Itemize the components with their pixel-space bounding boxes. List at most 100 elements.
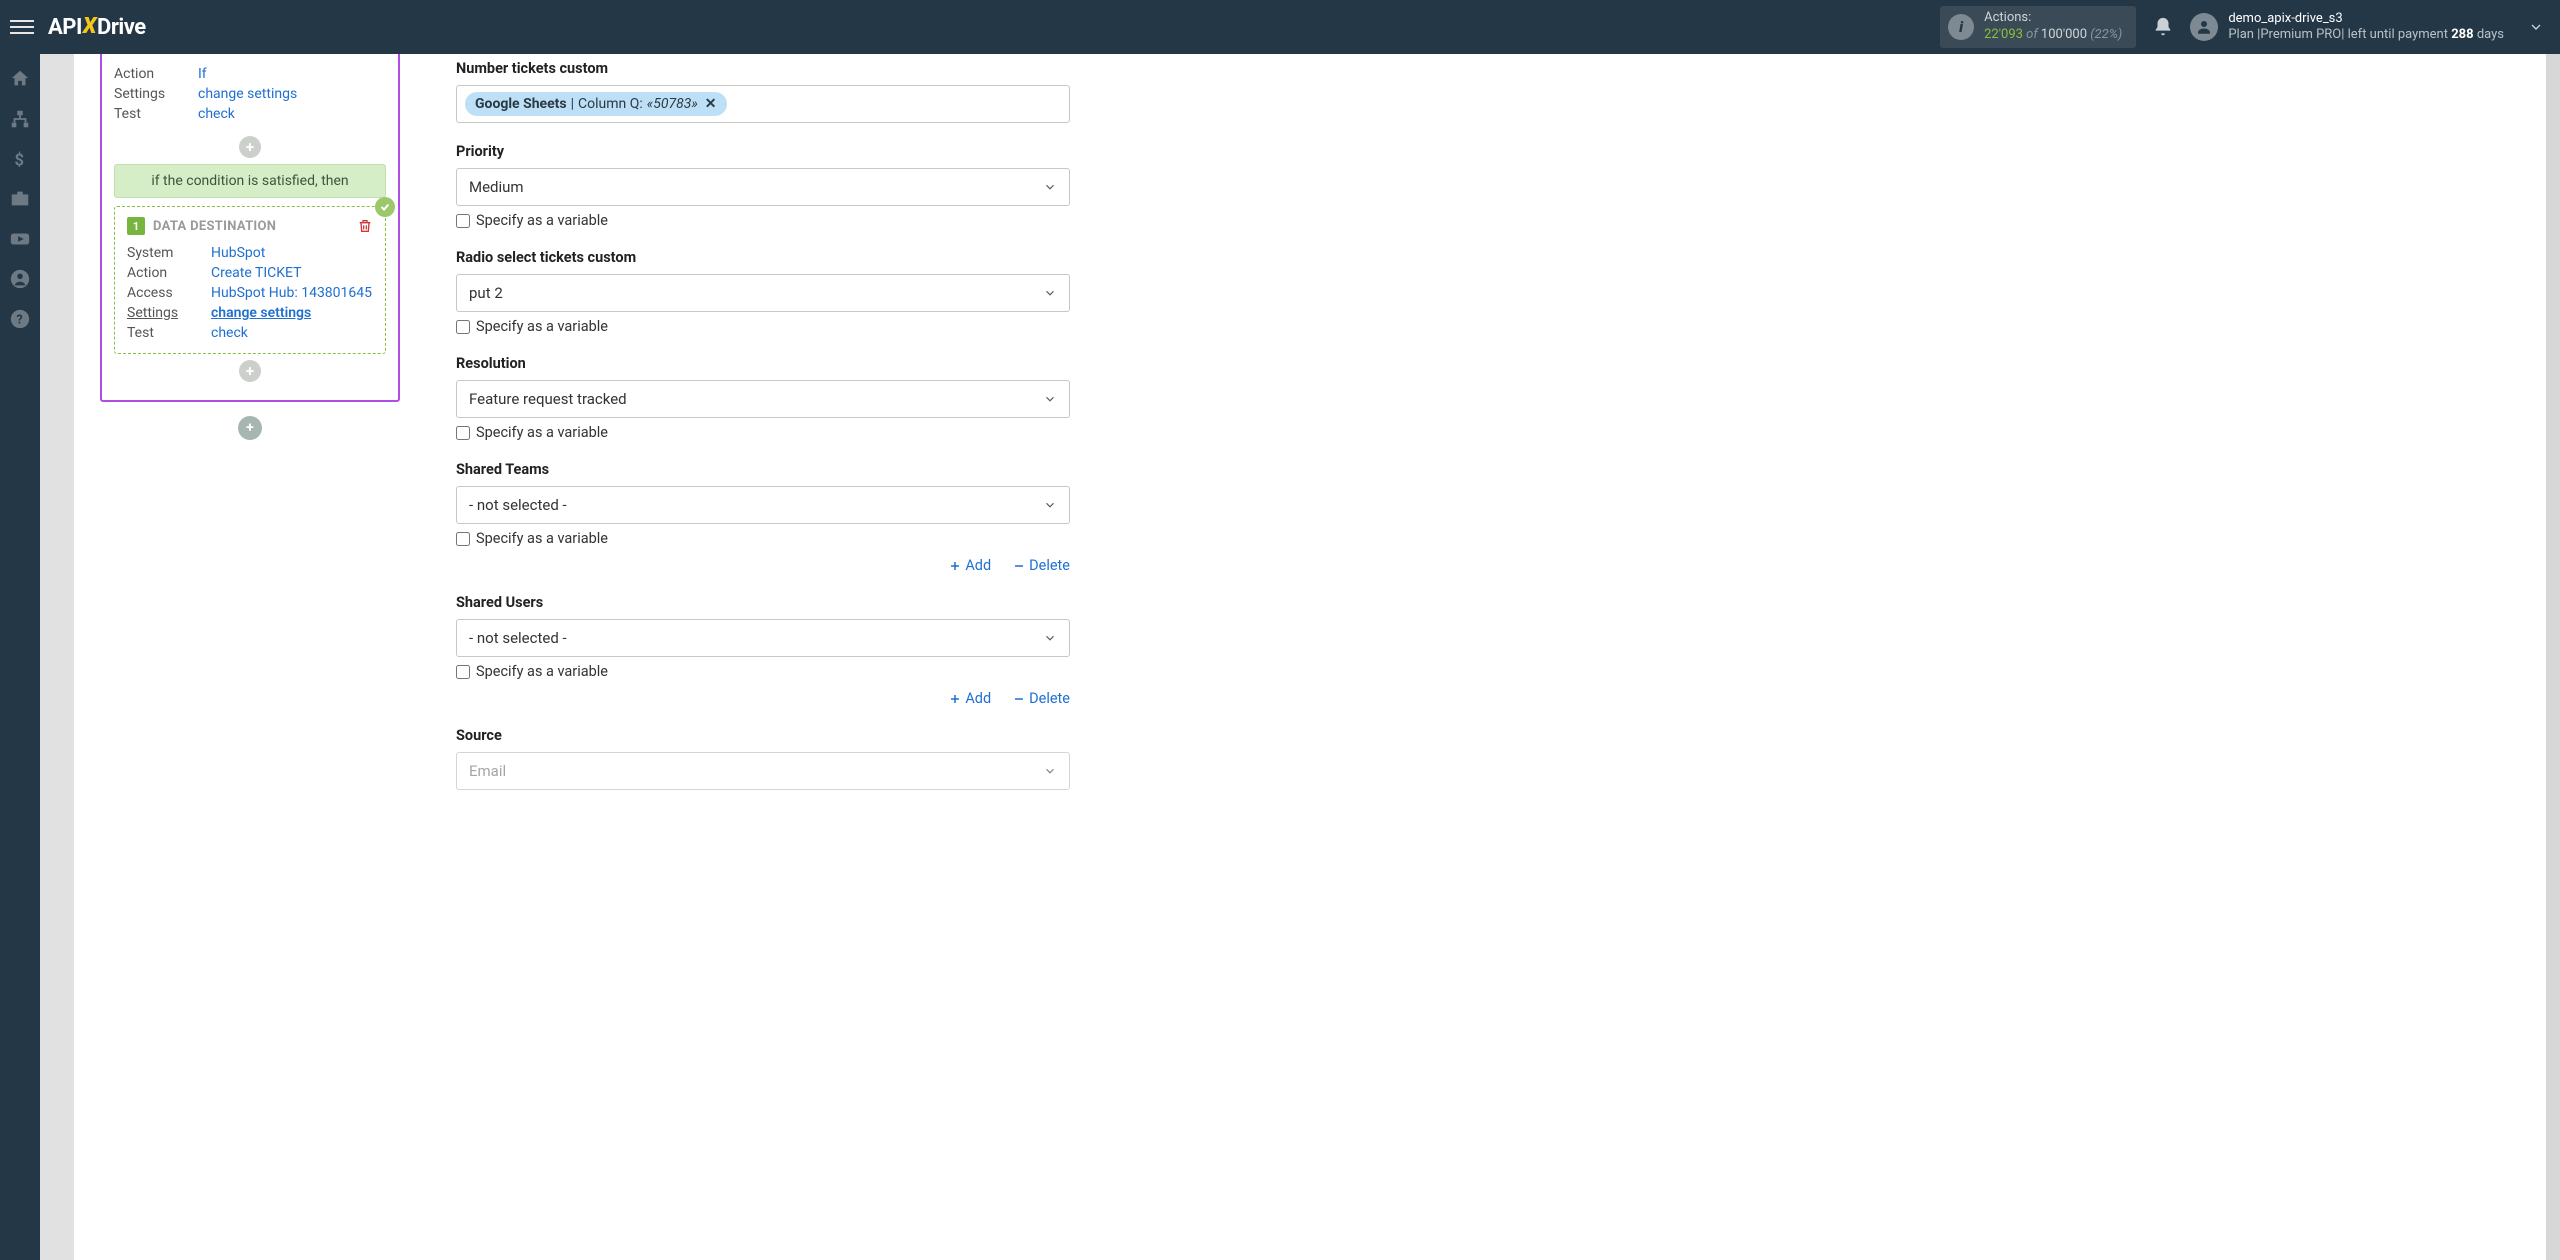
add-step-button[interactable]: + [239,136,261,158]
checkbox-resolution-var[interactable]: Specify as a variable [456,424,1070,441]
field-source: Source Email [456,727,1070,790]
select-priority[interactable]: Medium [456,168,1070,206]
dest-access-link[interactable]: HubSpot Hub: 143801645 [211,285,372,301]
checkbox-radio-var[interactable]: Specify as a variable [456,318,1070,335]
right-scroll-gutter[interactable] [2546,54,2560,1260]
actions-counter[interactable]: i Actions: 22'093 of 100'000 (22%) [1940,6,2136,48]
field-shared-users: Shared Users - not selected - Specify as… [456,594,1070,707]
filter-block: ActionIf Settingschange settings Testche… [114,64,386,130]
youtube-icon[interactable] [9,228,31,250]
user-block[interactable]: demo_apix-drive_s3 Plan |Premium PRO| le… [2228,11,2504,44]
select-radio-value: put 2 [469,284,503,302]
home-icon[interactable] [9,68,31,90]
add-teams-link[interactable]: Add [949,557,991,574]
minus-icon [1013,693,1025,705]
chevron-down-icon [1043,631,1057,645]
select-shared-users[interactable]: - not selected - [456,619,1070,657]
avatar[interactable] [2190,13,2218,41]
info-icon: i [1948,14,1974,40]
add-step-button-2[interactable]: + [239,360,261,382]
help-icon[interactable]: ? [9,308,31,330]
destination-block[interactable]: 1 DATA DESTINATION SystemHubSpot ActionC… [114,206,386,354]
account-icon[interactable] [9,268,31,290]
delete-users-link[interactable]: Delete [1013,690,1070,707]
briefcase-icon[interactable] [9,188,31,210]
checkbox-teams-var[interactable]: Specify as a variable [456,530,1070,547]
svg-text:?: ? [16,313,22,328]
actions-text: Actions: 22'093 of 100'000 (22%) [1984,10,2122,44]
filter-action-key: Action [114,66,198,82]
sidebar: $ ? [0,54,40,1260]
form-pane: Number tickets custom Google Sheets | Co… [420,54,1100,1260]
filter-action-link[interactable]: If [198,66,207,82]
select-shared-users-value: - not selected - [469,629,567,647]
chevron-down-icon [1043,286,1057,300]
label-source: Source [456,727,1070,744]
dest-action-key: Action [127,265,211,281]
dest-system-link[interactable]: HubSpot [211,245,265,261]
select-source[interactable]: Email [456,752,1070,790]
logo-text-pre: API [48,15,82,40]
filter-test-key: Test [114,106,198,122]
field-priority: Priority Medium Specify as a variable [456,143,1070,229]
chevron-down-icon [1043,180,1057,194]
user-name: demo_apix-drive_s3 [2228,11,2504,27]
checkbox-input[interactable] [456,320,470,334]
check-icon [375,197,395,217]
chevron-down-icon [1043,764,1057,778]
filter-test-link[interactable]: check [198,106,235,122]
select-shared-teams[interactable]: - not selected - [456,486,1070,524]
checkbox-input[interactable] [456,665,470,679]
logo[interactable]: APIXDrive [48,15,146,40]
checkbox-users-var[interactable]: Specify as a variable [456,663,1070,680]
plus-icon [949,693,961,705]
add-users-link[interactable]: Add [949,690,991,707]
chip-remove-icon[interactable]: ✕ [705,96,717,112]
dest-access-key: Access [127,285,211,301]
dollar-icon[interactable]: $ [9,148,31,170]
left-scroll-gutter[interactable] [40,54,74,1260]
logo-text-post: Drive [97,15,146,40]
select-resolution[interactable]: Feature request tracked [456,380,1070,418]
label-resolution: Resolution [456,355,1070,372]
flow-pane: ActionIf Settingschange settings Testche… [74,54,420,1260]
select-source-value: Email [469,762,506,780]
menu-button[interactable] [10,15,34,39]
user-plan: Plan |Premium PRO| left until payment 28… [2228,27,2504,43]
main: ActionIf Settingschange settings Testche… [40,54,2560,1260]
label-radio-select: Radio select tickets custom [456,249,1070,266]
add-delete-users: Add Delete [456,690,1070,707]
label-shared-teams: Shared Teams [456,461,1070,478]
filter-settings-link[interactable]: change settings [198,86,297,102]
mapping-chip: Google Sheets | Column Q: «50783»✕ [465,92,727,116]
add-connection-button[interactable]: + [238,416,262,440]
minus-icon [1013,560,1025,572]
checkbox-input[interactable] [456,214,470,228]
checkbox-input[interactable] [456,532,470,546]
select-radio[interactable]: put 2 [456,274,1070,312]
bell-icon[interactable] [2152,16,2174,38]
label-priority: Priority [456,143,1070,160]
actions-of: of [2023,27,2041,42]
chevron-down-icon[interactable] [2528,19,2544,35]
dest-test-key: Test [127,325,211,341]
dest-test-link[interactable]: check [211,325,248,341]
dest-action-link[interactable]: Create TICKET [211,265,301,281]
destination-badge: 1 [127,217,145,235]
label-shared-users: Shared Users [456,594,1070,611]
select-priority-value: Medium [469,178,524,196]
destination-title: DATA DESTINATION [153,219,276,234]
checkbox-input[interactable] [456,426,470,440]
trash-icon[interactable] [357,218,373,234]
checkbox-priority-var[interactable]: Specify as a variable [456,212,1070,229]
chevron-down-icon [1043,392,1057,406]
add-delete-teams: Add Delete [456,557,1070,574]
dest-settings-link[interactable]: change settings [211,305,311,321]
actions-limit: 100'000 [2041,27,2087,42]
sitemap-icon[interactable] [9,108,31,130]
topbar: APIXDrive i Actions: 22'093 of 100'000 (… [0,0,2560,54]
label-number-tickets: Number tickets custom [456,60,1070,77]
delete-teams-link[interactable]: Delete [1013,557,1070,574]
svg-text:$: $ [15,151,24,170]
chip-input-number-tickets[interactable]: Google Sheets | Column Q: «50783»✕ [456,85,1070,123]
